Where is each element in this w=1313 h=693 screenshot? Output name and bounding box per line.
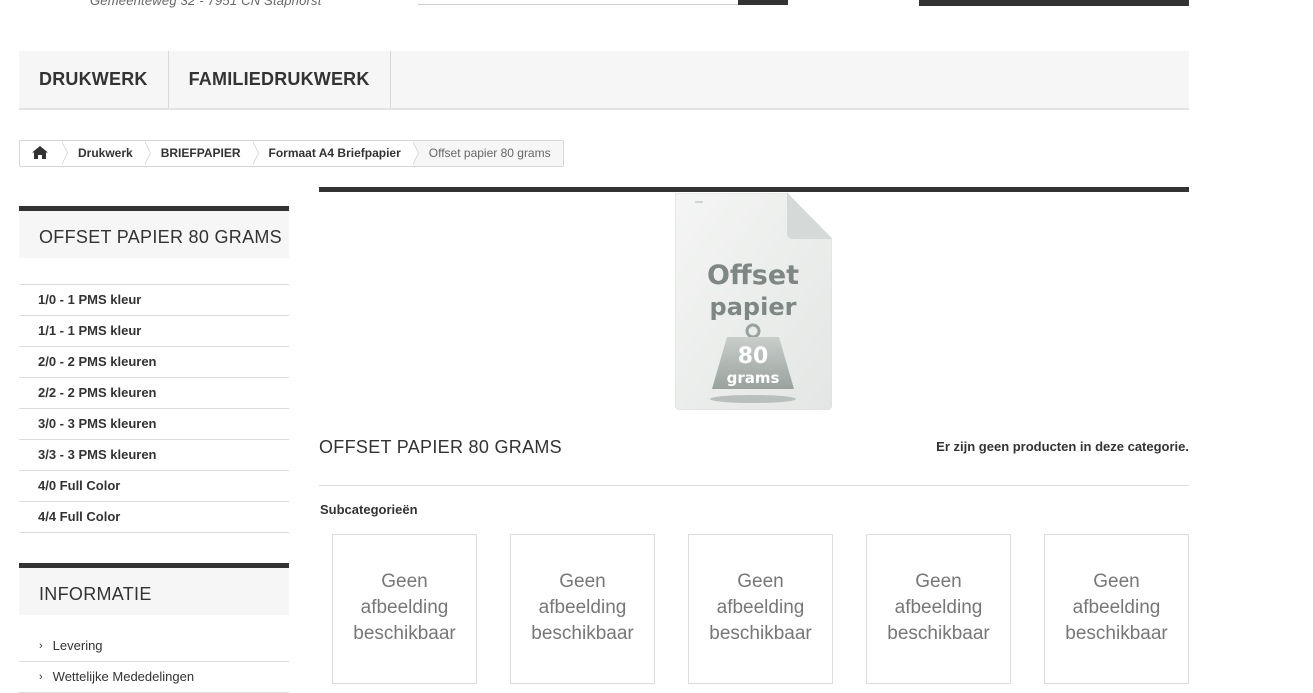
- subcategories-label: Subcategorieën: [320, 502, 418, 517]
- category-image: Offset papier 80 grams: [674, 192, 833, 411]
- breadcrumb: Drukwerk BRIEFPAPIER Formaat A4 Briefpap…: [19, 140, 564, 167]
- placeholder-text: afbeelding: [716, 597, 805, 618]
- placeholder-text: beschikbaar: [353, 623, 456, 644]
- placeholder-text: Geen: [1093, 571, 1140, 592]
- breadcrumb-item-formaat-a4[interactable]: Formaat A4 Briefpapier: [253, 141, 420, 166]
- placeholder-text: afbeelding: [538, 597, 627, 618]
- top-menu: DRUKWERK FAMILIEDRUKWERK: [19, 51, 1189, 110]
- chevron-right-icon: ›: [39, 671, 43, 683]
- list-item[interactable]: 3/3 - 3 PMS kleuren: [19, 440, 289, 471]
- home-icon: [32, 146, 48, 159]
- placeholder-text: afbeelding: [1072, 597, 1161, 618]
- list-item[interactable]: 1/0 - 1 PMS kleur: [19, 285, 289, 316]
- placeholder-text: afbeelding: [894, 597, 983, 618]
- category-list: 1/0 - 1 PMS kleur 1/1 - 1 PMS kleur 2/0 …: [19, 284, 289, 533]
- placeholder-text: Geen: [737, 571, 784, 592]
- cart-block[interactable]: [919, 0, 1189, 6]
- page-title: OFFSET PAPIER 80 GRAMS: [319, 437, 562, 457]
- list-item[interactable]: 1/1 - 1 PMS kleur: [19, 316, 289, 347]
- list-item[interactable]: 2/2 - 2 PMS kleuren: [19, 378, 289, 409]
- no-products-message: Er zijn geen producten in deze categorie…: [936, 439, 1189, 454]
- subcategory-card[interactable]: Geen afbeelding beschikbaar: [510, 534, 655, 684]
- store-address: Gemeenteweg 32 - 7951 CN Staphorst: [90, 0, 322, 8]
- info-item-levering[interactable]: › Levering: [19, 631, 289, 662]
- subcategory-card[interactable]: Geen afbeelding beschikbaar: [688, 534, 833, 684]
- content-top-bar: [319, 187, 1189, 192]
- placeholder-text: Geen: [381, 571, 428, 592]
- subcategory-card[interactable]: Geen afbeelding beschikbaar: [332, 534, 477, 684]
- subcategory-grid: Geen afbeelding beschikbaar Geen afbeeld…: [332, 534, 1189, 684]
- list-item[interactable]: 4/4 Full Color: [19, 502, 289, 533]
- list-item[interactable]: 2/0 - 2 PMS kleuren: [19, 347, 289, 378]
- image-line-1: Offset: [707, 260, 799, 291]
- placeholder-text: afbeelding: [360, 597, 449, 618]
- breadcrumb-home[interactable]: [20, 141, 68, 166]
- search-input[interactable]: [418, 4, 738, 5]
- info-item-label: Wettelijke Mededelingen: [52, 669, 195, 684]
- subcategory-card[interactable]: Geen afbeelding beschikbaar: [866, 534, 1011, 684]
- category-block-title: OFFSET PAPIER 80 GRAMS: [19, 206, 289, 258]
- subcategory-card[interactable]: Geen afbeelding beschikbaar: [1044, 534, 1189, 684]
- search-button[interactable]: [738, 0, 788, 5]
- placeholder-text: Geen: [915, 571, 962, 592]
- menu-item-familiedrukwerk[interactable]: FAMILIEDRUKWERK: [169, 51, 391, 108]
- info-item-wettelijke-mededelingen[interactable]: › Wettelijke Mededelingen: [19, 662, 289, 693]
- breadcrumb-item-drukwerk[interactable]: Drukwerk: [62, 141, 151, 166]
- divider: [319, 485, 1189, 486]
- list-item[interactable]: 3/0 - 3 PMS kleuren: [19, 409, 289, 440]
- placeholder-text: beschikbaar: [709, 623, 812, 644]
- info-list: › Levering › Wettelijke Mededelingen: [19, 631, 289, 693]
- menu-item-drukwerk[interactable]: DRUKWERK: [19, 51, 169, 108]
- image-line-2: papier: [710, 293, 797, 321]
- info-block-title: INFORMATIE: [19, 563, 289, 615]
- list-item[interactable]: 4/0 Full Color: [19, 471, 289, 502]
- image-weight-value: 80: [738, 344, 769, 369]
- placeholder-text: beschikbaar: [1065, 623, 1168, 644]
- placeholder-text: Geen: [559, 571, 606, 592]
- breadcrumb-current: Offset papier 80 grams: [412, 141, 563, 166]
- chevron-right-icon: ›: [39, 640, 43, 652]
- info-item-label: Levering: [52, 638, 103, 653]
- placeholder-text: beschikbaar: [887, 623, 990, 644]
- image-weight-unit: grams: [727, 369, 780, 387]
- breadcrumb-item-briefpapier[interactable]: BRIEFPAPIER: [145, 141, 259, 166]
- placeholder-text: beschikbaar: [531, 623, 634, 644]
